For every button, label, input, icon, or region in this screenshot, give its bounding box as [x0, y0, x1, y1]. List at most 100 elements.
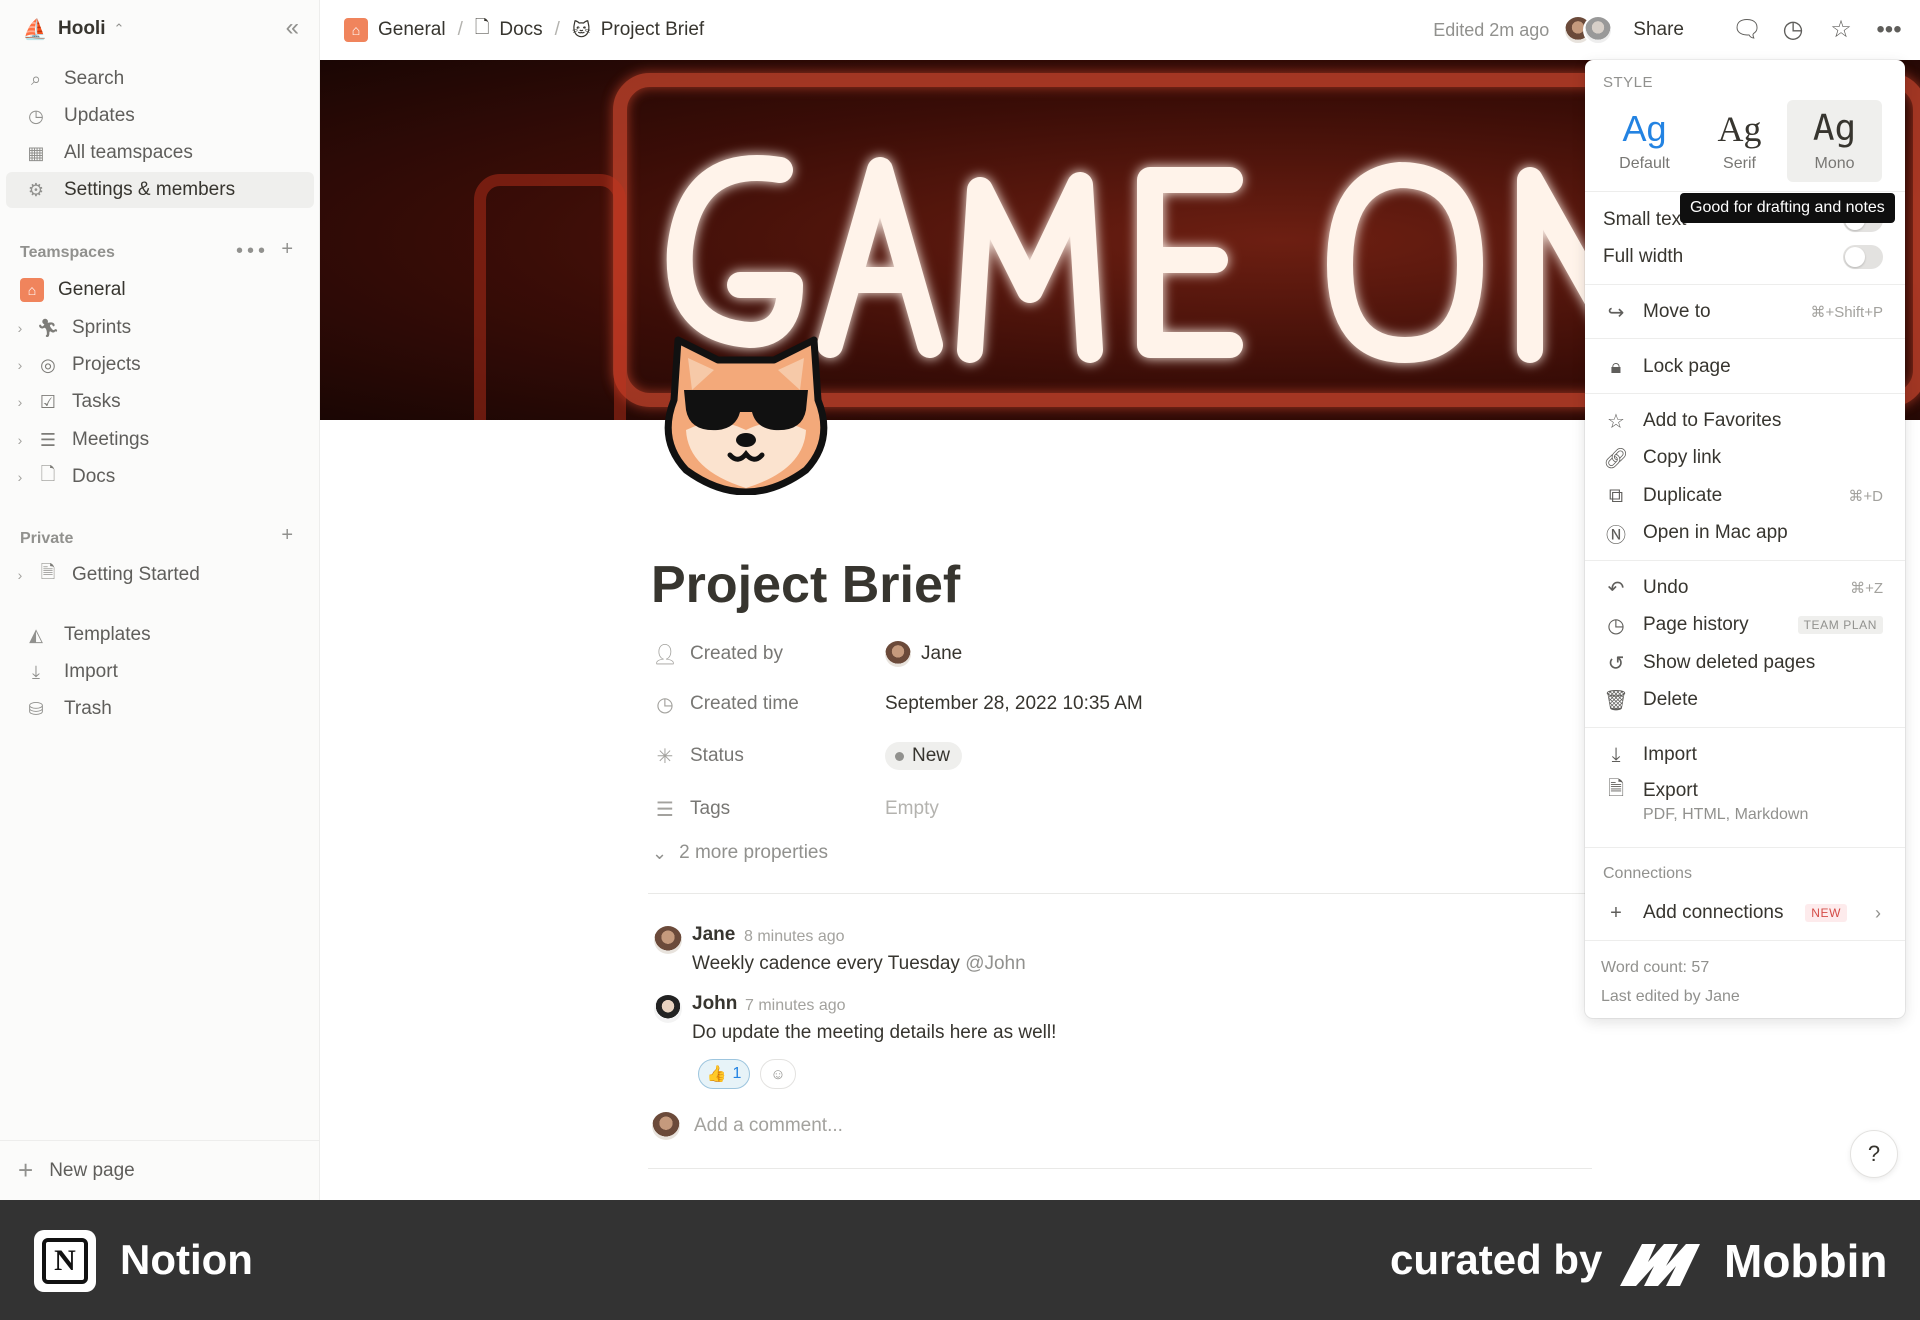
style-serif-option[interactable]: Ag Serif — [1692, 100, 1787, 182]
comment-author: John — [692, 993, 738, 1014]
restore-icon: ↺ — [1607, 652, 1625, 675]
full-width-toggle[interactable] — [1843, 245, 1883, 269]
sidebar-item-templates[interactable]: ◭ Templates — [6, 617, 314, 653]
export-icon: 🗎 — [1607, 778, 1625, 800]
menu-item-label: Page history — [1643, 614, 1749, 635]
comment-icon[interactable]: 🗨 — [1732, 17, 1762, 43]
menu-item-export[interactable]: 🗎 Export — [1585, 773, 1905, 809]
sidebar-item-import[interactable]: ⤓ Import — [6, 654, 314, 690]
undo-icon: ↶ — [1607, 577, 1625, 600]
sidebar-item-getting-started[interactable]: › 🗎 Getting Started — [6, 557, 314, 593]
more-icon[interactable]: ••• — [236, 240, 269, 263]
comment-text: Weekly cadence every Tuesday @John — [692, 953, 1026, 975]
sidebar-item-general[interactable]: ⌂ General — [6, 272, 314, 308]
sidebar-item-sprints[interactable]: › 🏃︎ Sprints — [6, 310, 314, 346]
add-teamspace-icon[interactable]: + — [281, 238, 297, 261]
sidebar-item-docs[interactable]: › 🗋 Docs — [6, 459, 314, 495]
sidebar-item-trash[interactable]: ⛁ Trash — [6, 691, 314, 727]
mention[interactable]: @John — [965, 953, 1026, 974]
doc-icon: 🗋 — [40, 464, 56, 484]
add-comment-field[interactable]: Add a comment... — [652, 1112, 843, 1140]
menu-item-move-to[interactable]: ↪ Move to ⌘+Shift+P — [1585, 294, 1905, 330]
trash-icon: ⛁ — [28, 698, 44, 719]
menu-item-copy-link[interactable]: 🔗︎ Copy link — [1585, 440, 1905, 476]
menu-divider — [1585, 940, 1905, 941]
sidebar-item-settings[interactable]: ⚙ Settings & members — [6, 172, 314, 208]
chevron-right-icon[interactable]: › — [6, 432, 34, 448]
add-comment-placeholder: Add a comment... — [694, 1115, 843, 1136]
status-label: New — [912, 745, 951, 766]
menu-item-add-connections[interactable]: + Add connections NEW › — [1585, 895, 1905, 931]
doc-icon: 🗋 — [474, 17, 490, 37]
menu-item-lock-page[interactable]: 🔒︎ Lock page — [1585, 349, 1905, 385]
menu-item-undo[interactable]: ↶ Undo ⌘+Z — [1585, 570, 1905, 606]
property-tags[interactable]: ☰ Tags Empty — [652, 789, 1352, 829]
history-icon[interactable]: ◷ — [1780, 17, 1806, 43]
full-width-toggle-row[interactable]: Full width — [1585, 239, 1905, 275]
property-created-by[interactable]: 👤︎ Created by Jane — [652, 634, 1352, 674]
chevron-right-icon[interactable]: › — [6, 469, 34, 485]
page-title[interactable]: Project Brief — [651, 555, 960, 615]
menu-item-duplicate[interactable]: ⧉ Duplicate ⌘+D — [1585, 478, 1905, 514]
sidebar-item-label: Sprints — [72, 317, 132, 338]
workspace-switcher[interactable]: ⛵ Hooli ⌃ — [0, 0, 320, 58]
sidebar-item-tasks[interactable]: › ☑ Tasks — [6, 384, 314, 420]
status-badge[interactable]: New — [885, 742, 963, 770]
chevron-right-icon[interactable]: › — [6, 567, 34, 583]
add-reaction-button[interactable]: ☺ — [760, 1059, 796, 1089]
more-icon[interactable]: ••• — [1876, 17, 1902, 43]
breadcrumb-general[interactable]: ⌂ General — [344, 18, 446, 42]
property-created-time[interactable]: ◷ Created time September 28, 2022 10:35 … — [652, 684, 1352, 724]
style-default-option[interactable]: Ag Default — [1597, 100, 1692, 182]
brand-bar: N Notion curated by Mobbin — [0, 1200, 1920, 1320]
chevron-right-icon[interactable]: › — [6, 357, 34, 373]
property-status[interactable]: ✳ Status New — [652, 736, 1352, 776]
style-label: Mono — [1814, 155, 1855, 172]
sidebar-item-label: Meetings — [72, 429, 150, 450]
new-page-button[interactable]: + New page — [0, 1140, 320, 1200]
new-page-label: New page — [49, 1159, 135, 1181]
sidebar-item-label: Tasks — [72, 391, 121, 412]
menu-divider — [1585, 393, 1905, 394]
avatar — [652, 1112, 680, 1140]
sidebar-item-all-teamspaces[interactable]: ▦ All teamspaces — [6, 135, 314, 171]
divider — [648, 1168, 1592, 1169]
avatar — [654, 995, 682, 1023]
status-dot — [895, 751, 904, 761]
menu-item-open-mac-app[interactable]: Ⓝ Open in Mac app — [1585, 515, 1905, 551]
menu-divider — [1585, 560, 1905, 561]
sidebar-item-search[interactable]: ⌕ Search — [6, 61, 314, 97]
sidebar-item-projects[interactable]: › ◎ Projects — [6, 347, 314, 383]
menu-item-label: Add to Favorites — [1643, 410, 1782, 431]
help-button[interactable]: ? — [1850, 1130, 1898, 1178]
plan-badge: TEAM PLAN — [1797, 616, 1883, 634]
mobbin-wordmark: Mobbin — [1724, 1235, 1888, 1287]
collaborator-avatars[interactable] — [1563, 15, 1614, 45]
more-properties-toggle[interactable]: ⌄ 2 more properties — [652, 842, 828, 864]
full-width-label: Full width — [1603, 246, 1684, 267]
menu-item-show-deleted[interactable]: ↺ Show deleted pages — [1585, 645, 1905, 681]
menu-item-label: Lock page — [1643, 356, 1731, 377]
more-properties-label: 2 more properties — [679, 842, 828, 863]
page-icon-cat[interactable] — [656, 320, 836, 495]
reaction-thumbs-up[interactable]: 👍 1 — [698, 1059, 750, 1089]
breadcrumb-docs[interactable]: 🗋 Docs — [475, 15, 543, 45]
share-button[interactable]: Share — [1633, 19, 1684, 41]
star-icon[interactable]: ☆ — [1828, 17, 1854, 43]
sidebar-item-meetings[interactable]: › ☰ Meetings — [6, 422, 314, 458]
menu-item-add-to-favorites[interactable]: ☆ Add to Favorites — [1585, 403, 1905, 439]
add-private-page-icon[interactable]: + — [281, 524, 297, 547]
workspace-logo-icon: ⛵ — [22, 18, 48, 41]
menu-item-import[interactable]: ⤓ Import — [1585, 737, 1905, 773]
menu-item-delete[interactable]: 🗑︎ Delete — [1585, 682, 1905, 718]
sidebar-item-label: Import — [64, 661, 118, 682]
style-mono-option[interactable]: Ag Mono — [1787, 100, 1882, 182]
search-icon: ⌕ — [30, 68, 42, 89]
curated-by-label: curated by — [1390, 1236, 1603, 1283]
menu-item-page-history[interactable]: ◷ Page history TEAM PLAN — [1585, 607, 1905, 643]
breadcrumb-project-brief[interactable]: 🐱 Project Brief — [572, 19, 704, 41]
sidebar-item-updates[interactable]: ◷ Updates — [6, 98, 314, 134]
collapse-sidebar-icon[interactable]: « — [286, 16, 299, 40]
chevron-right-icon[interactable]: › — [6, 320, 34, 336]
chevron-right-icon[interactable]: › — [6, 394, 34, 410]
